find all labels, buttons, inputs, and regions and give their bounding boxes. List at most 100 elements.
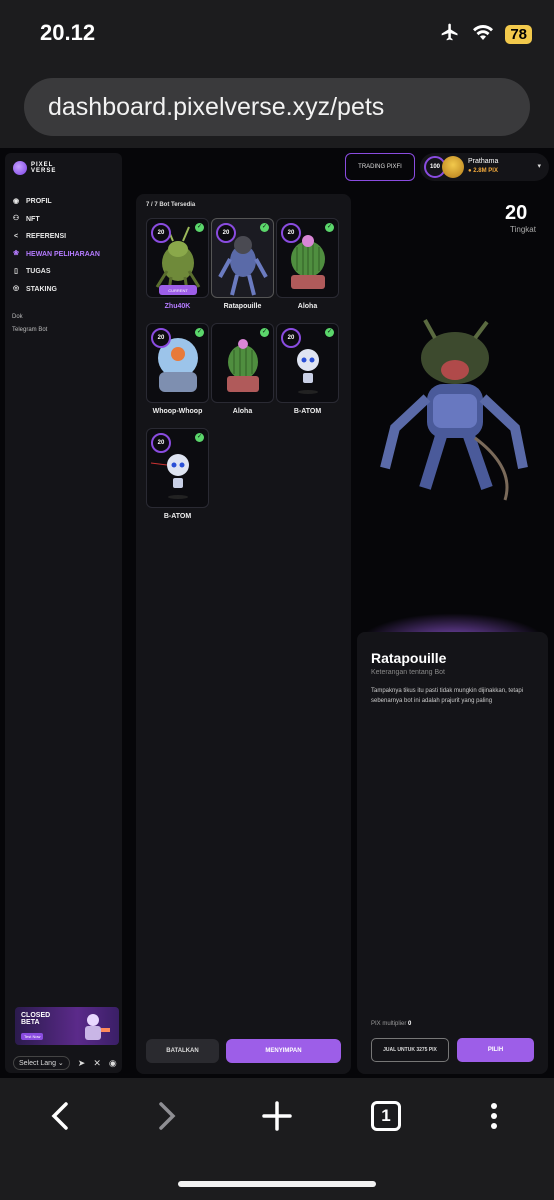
pick-button[interactable]: PILIH xyxy=(457,1038,534,1062)
discord-icon[interactable]: ◉ xyxy=(109,1058,117,1069)
address-bar-area: dashboard.pixelverse.xyz/pets xyxy=(0,68,554,148)
pix-multiplier: PIX multiplier 0 xyxy=(371,1021,412,1027)
chevron-left-icon xyxy=(51,1102,68,1130)
sidebar-item-tugas[interactable]: ▯ TUGAS xyxy=(12,263,117,281)
save-button[interactable]: MENYIMPAN xyxy=(226,1039,341,1063)
airplane-icon xyxy=(439,22,461,47)
ratapouille-illustration xyxy=(380,319,528,501)
telegram-bot-link[interactable]: Telegram Bot xyxy=(12,324,47,337)
user-circle-icon: ◉ xyxy=(12,197,20,205)
tabs-button[interactable]: 1 xyxy=(366,1096,406,1136)
forward-button[interactable] xyxy=(147,1096,187,1136)
share-icon: < xyxy=(13,232,19,240)
pet-detail-name: Ratapouille xyxy=(371,650,447,666)
sell-button[interactable]: JUAL UNTUK 3275 PIX xyxy=(371,1038,449,1062)
telegram-icon[interactable]: ➤ xyxy=(78,1058,86,1069)
more-vertical-icon xyxy=(491,1103,497,1129)
sidebar-item-nft[interactable]: ⚇ NFT xyxy=(12,211,117,229)
pet-card-b-atom[interactable]: 20 ✓ B-ATOM xyxy=(276,323,339,415)
pet-level-badge: 20 xyxy=(281,328,301,348)
trading-pixfi-button[interactable]: TRADING PIXFI xyxy=(345,153,415,181)
pet-detail-subtitle: Keterangan tentang Bot xyxy=(371,669,445,676)
beta-character-illustration xyxy=(85,1014,110,1040)
users-icon: ⚇ xyxy=(12,215,20,223)
check-icon: ✓ xyxy=(260,223,269,232)
sidebar-item-label: HEWAN PELIHARAAN xyxy=(26,250,100,258)
paw-icon: ❀ xyxy=(13,250,19,258)
pixelverse-logo[interactable]: PIXEL VERSE xyxy=(13,161,56,175)
sidebar-item-referensi[interactable]: < REFERENSI xyxy=(12,228,117,246)
pet-name: Zhu40K xyxy=(164,303,191,310)
pet-card-ratapouille[interactable]: 20 ✓ Ratapouille xyxy=(211,218,274,310)
profile-pix-balance: ● 2.8M PIX xyxy=(468,168,498,174)
url-field[interactable]: dashboard.pixelverse.xyz/pets xyxy=(24,78,530,136)
closed-beta-banner[interactable]: CLOSED BETA Test Now xyxy=(15,1007,119,1045)
sidebar-item-label: TUGAS xyxy=(26,268,51,276)
status-time: 20.12 xyxy=(40,20,96,45)
check-icon: ✓ xyxy=(195,328,204,337)
pet-level-badge: 20 xyxy=(151,328,171,348)
pet-name: Whoop-Whoop xyxy=(152,408,203,415)
sidebar-item-staking[interactable]: ◎ STAKING xyxy=(12,281,117,299)
check-icon: ✓ xyxy=(195,223,204,232)
sidebar-item-label: NFT xyxy=(26,215,40,223)
footer-row: Select Lang ⌄ ➤ ✕ ◉ xyxy=(13,1056,117,1070)
pet-card-zhu40k[interactable]: 20 ✓ CURRENT Zhu40K xyxy=(146,218,209,310)
pet-name: B-ATOM xyxy=(163,513,192,520)
profile-menu[interactable]: 100 Prathama ● 2.8M PIX ▾ xyxy=(420,153,549,181)
sidebar-item-profil[interactable]: ◉ PROFIL xyxy=(12,193,117,211)
sidebar-item-label: REFERENSI xyxy=(26,233,67,241)
status-icons: 78 xyxy=(439,22,532,47)
cancel-button[interactable]: BATALKAN xyxy=(146,1039,219,1063)
pet-card-image: 20 ✓ CURRENT xyxy=(146,218,209,298)
pet-card-aloha[interactable]: 20 ✓ Aloha xyxy=(276,218,339,310)
pet-name: Aloha xyxy=(297,303,318,310)
battery-indicator: 78 xyxy=(505,25,532,44)
pet-level-badge: 20 xyxy=(281,223,301,243)
sidebar: PIXEL VERSE ◉ PROFIL ⚇ NFT < REFERENSI ❀… xyxy=(5,153,122,1073)
home-indicator xyxy=(178,1181,376,1187)
pet-detail-description: Tampaknya tikus itu pasti tidak mungkin … xyxy=(371,688,524,704)
pet-name: Ratapouille xyxy=(223,303,262,310)
logo-icon xyxy=(13,161,27,175)
more-menu-button[interactable] xyxy=(474,1096,514,1136)
pet-level-badge: 20 xyxy=(151,433,171,453)
check-icon: ✓ xyxy=(325,328,334,337)
pet-card-aloha-2[interactable]: ✓ Aloha xyxy=(211,323,274,415)
back-button[interactable] xyxy=(40,1096,80,1136)
selected-pet-level: 20 xyxy=(505,202,528,224)
wifi-icon xyxy=(471,23,495,46)
available-bots-count: 7 / 7 Bot Tersedia xyxy=(146,202,196,208)
docs-link[interactable]: Dok xyxy=(12,311,47,324)
pet-name: B-ATOM xyxy=(293,408,322,415)
pet-card-image: 20 ✓ xyxy=(276,323,339,403)
pet-level-badge: 20 xyxy=(216,223,236,243)
language-select[interactable]: Select Lang ⌄ xyxy=(13,1056,70,1070)
check-icon: ✓ xyxy=(195,433,204,442)
pet-level-badge: 20 xyxy=(151,223,171,243)
web-content: PIXEL VERSE ◉ PROFIL ⚇ NFT < REFERENSI ❀… xyxy=(0,148,554,1078)
pet-info-card: Ratapouille Keterangan tentang Bot Tampa… xyxy=(357,632,548,1074)
profile-name: Prathama xyxy=(468,158,499,165)
sidebar-links: Dok Telegram Bot xyxy=(12,311,47,337)
pix-coin-icon: ● xyxy=(468,168,472,174)
level-label: Tingkat xyxy=(510,225,536,234)
new-tab-button[interactable] xyxy=(257,1096,297,1136)
beta-title: CLOSED BETA xyxy=(21,1012,51,1026)
pet-card-image: ✓ xyxy=(211,323,274,403)
pet-card-image: 20 ✓ xyxy=(211,218,274,298)
x-icon[interactable]: ✕ xyxy=(93,1058,101,1069)
current-badge: CURRENT xyxy=(159,285,197,295)
clipboard-icon: ▯ xyxy=(14,267,18,275)
check-icon: ✓ xyxy=(325,223,334,232)
logo-text: PIXEL VERSE xyxy=(31,162,57,174)
test-now-button[interactable]: Test Now xyxy=(21,1033,44,1040)
pet-card-whoop-whoop[interactable]: 20 ✓ Whoop-Whoop xyxy=(146,323,209,415)
pet-card-b-atom-2[interactable]: 20 ✓ B-ATOM xyxy=(146,428,209,520)
sidebar-item-hewan-peliharaan[interactable]: ❀ HEWAN PELIHARAAN xyxy=(12,246,117,264)
check-icon: ✓ xyxy=(260,328,269,337)
pet-name: Aloha xyxy=(232,408,253,415)
chevron-right-icon xyxy=(159,1102,176,1130)
sidebar-item-label: STAKING xyxy=(26,285,57,293)
status-bar: 20.12 78 xyxy=(0,0,554,68)
